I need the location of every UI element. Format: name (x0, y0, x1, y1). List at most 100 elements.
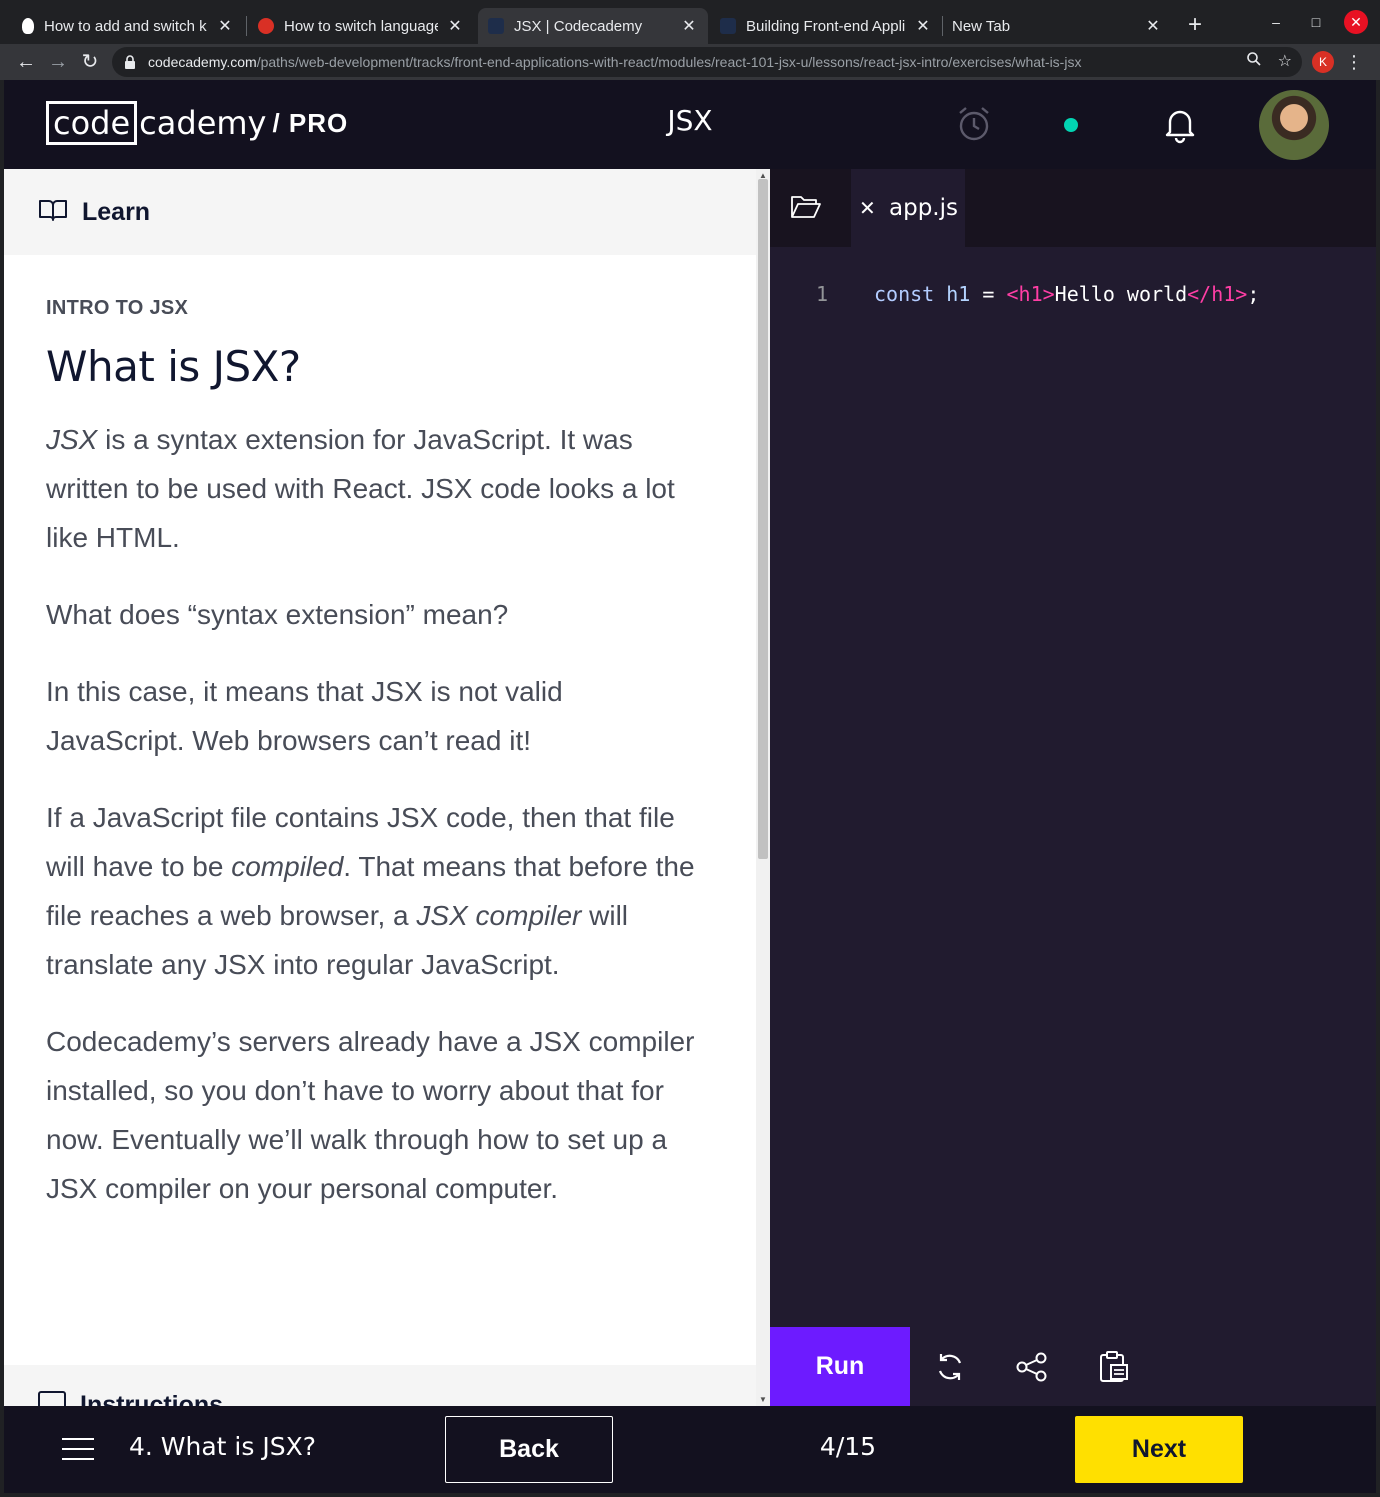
browser-tab-2[interactable]: How to switch language ✕ (248, 8, 474, 44)
emphasis-compiled: compiled (231, 851, 344, 882)
browser-tab-strip: How to add and switch k ✕ How to switch … (0, 0, 1380, 46)
hamburger-menu-icon[interactable] (62, 1438, 94, 1460)
logo-cademy: cademy (139, 104, 267, 142)
share-icon[interactable] (1014, 1349, 1050, 1385)
emphasis-jsx-compiler: JSX compiler (416, 900, 582, 931)
token-close-tag: </h1> (1187, 282, 1248, 306)
lock-icon (124, 55, 138, 69)
browser-tab-title: How to add and switch k (44, 17, 207, 35)
url-host: codecademy.com (148, 54, 257, 70)
clipboard-icon[interactable] (1096, 1349, 1132, 1385)
lesson-paragraph-2: What does “syntax extension” mean? (46, 599, 509, 630)
omnibox[interactable]: codecademy.com/paths/web-development/tra… (112, 47, 1302, 77)
learn-label: Learn (82, 197, 151, 226)
close-file-icon[interactable]: ✕ (859, 196, 883, 221)
lesson-content: INTRO TO JSX What is JSX? JSX is a synta… (46, 297, 706, 1213)
codecademy-pro-logo[interactable]: code cademy / PRO (46, 101, 348, 145)
logo-code: code (46, 101, 138, 145)
token-identifier: h1 (946, 282, 971, 306)
tab-divider (246, 16, 247, 36)
window-frame (1376, 80, 1380, 1497)
codecademy-favicon-icon (720, 18, 736, 34)
file-tab-app-js[interactable]: ✕ app.js (851, 169, 965, 247)
profile-avatar[interactable]: K (1312, 51, 1334, 73)
learn-scrollbar[interactable]: ▲ ▼ (756, 169, 770, 1406)
editor-tab-bar: ✕ app.js (770, 169, 1376, 247)
user-avatar[interactable] (1259, 90, 1329, 160)
codecademy-favicon-icon (488, 18, 504, 34)
lesson-heading: What is JSX? (46, 342, 301, 391)
reset-refresh-icon[interactable] (932, 1349, 968, 1385)
file-name: app.js (889, 195, 958, 221)
lesson-paragraph-4: If a JavaScript file contains JSX code, … (46, 793, 706, 989)
instructions-header[interactable]: Instructions (4, 1365, 756, 1406)
browser-tab-title: Building Front-end Appli (746, 17, 906, 35)
close-tab-icon[interactable]: ✕ (1144, 16, 1162, 36)
token-operator: = (982, 282, 995, 306)
url-path: /paths/web-development/tracks/front-end-… (256, 54, 1082, 70)
browser-tab-4[interactable]: Building Front-end Appli ✕ (710, 8, 942, 44)
alarm-clock-icon[interactable] (954, 104, 994, 144)
browser-tab-3-active[interactable]: JSX | Codecademy ✕ (478, 8, 708, 44)
back-arrow-icon[interactable]: ← (12, 48, 40, 76)
browser-tab-1[interactable]: How to add and switch k ✕ (12, 8, 244, 44)
site-header: code cademy / PRO JSX (4, 80, 1376, 169)
scrollbar-thumb[interactable] (758, 179, 768, 859)
forward-arrow-icon[interactable]: → (44, 48, 72, 76)
notification-bell-icon[interactable] (1160, 104, 1200, 144)
emphasis-jsx: JSX (46, 424, 98, 455)
code-editor[interactable]: ✕ app.js 1 const h1 = <h1>Hello world</h… (770, 169, 1376, 1327)
code-text[interactable]: const h1 = <h1>Hello world</h1>; (874, 279, 1259, 309)
folder-icon[interactable] (790, 193, 822, 223)
browser-tab-title: How to switch language (284, 17, 438, 35)
code-line[interactable]: 1 const h1 = <h1>Hello world</h1>; (770, 279, 1376, 309)
next-button[interactable]: Next (1075, 1416, 1243, 1483)
minimize-icon[interactable]: – (1264, 10, 1288, 34)
lesson-footer: 4. What is JSX? Back 4/15 Next (4, 1406, 1376, 1493)
browser-tab-title: JSX | Codecademy (514, 17, 643, 35)
editor-toolbar: Run (770, 1327, 1376, 1406)
close-tab-icon[interactable]: ✕ (914, 16, 932, 36)
checkbox-icon (38, 1391, 66, 1406)
omnibox-actions: ☆ (1246, 51, 1292, 72)
window-frame (0, 1493, 1380, 1497)
close-tab-icon[interactable]: ✕ (680, 16, 698, 36)
browser-menu-icon[interactable]: ⋮ (1344, 48, 1364, 76)
token-text: Hello world (1054, 282, 1188, 306)
close-tab-icon[interactable]: ✕ (446, 16, 464, 36)
new-tab-plus-icon[interactable]: + (1183, 12, 1207, 40)
run-button[interactable]: Run (770, 1327, 910, 1406)
lesson-paragraph-1: JSX is a syntax extension for JavaScript… (46, 415, 706, 562)
learn-panel: Learn INTRO TO JSX What is JSX? JSX is a… (4, 169, 756, 1406)
online-status-dot (1064, 118, 1078, 132)
token-semicolon: ; (1247, 282, 1260, 306)
learn-panel-header: Learn (4, 169, 756, 255)
address-bar-row: ← → ↻ codecademy.com/paths/web-developme… (0, 44, 1380, 80)
token-keyword: const (874, 282, 935, 306)
reload-icon[interactable]: ↻ (76, 48, 104, 76)
paragraph-text: is a syntax extension for JavaScript. It… (46, 424, 675, 553)
logo-pro: / PRO (272, 107, 349, 138)
back-button[interactable]: Back (445, 1416, 613, 1483)
line-number: 1 (815, 282, 828, 306)
lesson-paragraph-5: Codecademy’s servers already have a JSX … (46, 1026, 695, 1204)
tux-favicon-icon (22, 18, 34, 34)
instructions-label: Instructions (80, 1391, 224, 1406)
current-lesson-label[interactable]: 4. What is JSX? (129, 1432, 316, 1461)
zoom-icon[interactable] (1246, 51, 1262, 72)
course-title: JSX (667, 104, 713, 137)
lesson-eyebrow: INTRO TO JSX (46, 297, 189, 319)
close-tab-icon[interactable]: ✕ (216, 16, 234, 36)
exercise-progress: 4/15 (819, 1432, 877, 1461)
token-open-tag: <h1> (1006, 282, 1055, 306)
ask-favicon-icon (258, 18, 274, 34)
url-text: codecademy.com/paths/web-development/tra… (148, 54, 1081, 70)
bookmark-star-icon[interactable]: ☆ (1278, 51, 1292, 72)
window-frame (0, 80, 4, 1497)
window-close-icon[interactable]: ✕ (1344, 10, 1368, 34)
browser-tab-5[interactable]: New Tab ✕ (942, 8, 1172, 44)
browser-tab-title: New Tab (952, 17, 1011, 35)
lesson-paragraph-3: In this case, it means that JSX is not v… (46, 676, 563, 756)
scroll-down-arrow-icon[interactable]: ▼ (756, 1395, 770, 1404)
maximize-icon[interactable]: □ (1304, 10, 1328, 34)
